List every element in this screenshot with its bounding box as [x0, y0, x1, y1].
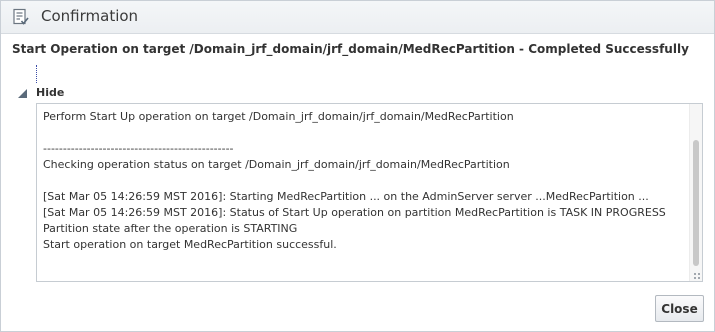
log-line: Partition state after the operation is S… [43, 222, 298, 235]
close-button[interactable]: Close [655, 295, 704, 322]
log-line: Checking operation status on target /Dom… [43, 158, 510, 171]
operation-log-textarea[interactable]: Perform Start Up operation on target /Do… [36, 103, 703, 282]
focus-dotted-line [36, 65, 37, 83]
disclosure-triangle-icon[interactable] [18, 88, 27, 98]
hide-toggle[interactable]: Hide [18, 84, 64, 100]
dialog-titlebar: Confirmation [1, 1, 714, 34]
log-line: [Sat Mar 05 14:26:59 MST 2016]: Status o… [43, 206, 666, 219]
log-scrollbar-thumb[interactable] [693, 140, 699, 266]
hide-toggle-label[interactable]: Hide [36, 86, 64, 99]
log-line: Perform Start Up operation on target /Do… [43, 110, 514, 123]
resize-grip-icon[interactable] [693, 272, 701, 280]
confirmation-dialog: Confirmation Start Operation on target /… [0, 0, 715, 332]
operation-log-text[interactable]: Perform Start Up operation on target /Do… [43, 109, 683, 279]
log-line: [Sat Mar 05 14:26:59 MST 2016]: Starting… [43, 190, 649, 203]
dialog-title: Confirmation [41, 7, 139, 25]
log-line: ----------------------------------------… [43, 142, 234, 155]
checklist-icon [12, 8, 30, 26]
operation-heading: Start Operation on target /Domain_jrf_do… [12, 42, 689, 56]
log-scrollbar[interactable] [689, 104, 702, 281]
log-line: Start operation on target MedRecPartitio… [43, 238, 337, 251]
